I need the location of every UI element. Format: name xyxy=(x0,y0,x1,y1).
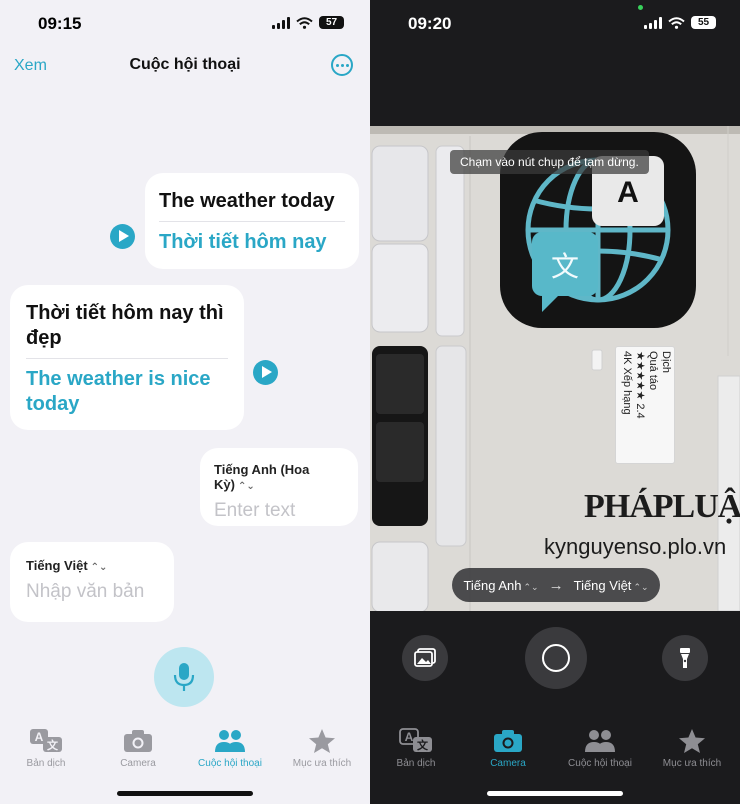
message-bubble[interactable]: Thời tiết hôm nay thì đẹp The weather is… xyxy=(10,285,244,430)
battery-icon: 55 xyxy=(691,16,716,29)
divider xyxy=(26,358,228,359)
people-icon xyxy=(215,730,245,752)
svg-text:A: A xyxy=(405,730,414,744)
star-icon xyxy=(309,729,335,753)
svg-text:文: 文 xyxy=(47,738,59,752)
cellular-signal-icon xyxy=(644,16,662,29)
home-indicator xyxy=(487,791,623,796)
message-source-text: The weather today xyxy=(159,190,335,212)
camera-viewfinder[interactable]: A 文 Dịch Quả táo ★★★★★ 2.4 4K Xếp hạng C… xyxy=(370,126,740,611)
message-translation-text: Thời tiết hôm nay xyxy=(159,231,327,253)
flashlight-icon xyxy=(680,648,690,668)
cellular-signal-icon xyxy=(272,16,290,29)
language-switcher[interactable]: Tiếng Anh ⌃⌄ → Tiếng Việt ⌃⌄ xyxy=(452,568,660,602)
star-icon xyxy=(679,729,705,753)
tab-camera[interactable]: Camera xyxy=(462,728,554,769)
watermark-logo: PHÁPLUẬT xyxy=(584,488,740,525)
message-translation-text: The weather is nice today xyxy=(26,368,211,415)
target-language-selector[interactable]: Tiếng Việt ⌃⌄ xyxy=(574,578,649,593)
battery-icon: 57 xyxy=(319,16,344,29)
language-selector[interactable]: Tiếng Việt ⌃⌄ xyxy=(26,558,158,573)
tab-translate[interactable]: A 文 Bản dịch xyxy=(370,728,462,769)
microphone-icon xyxy=(173,663,195,691)
english-input-bubble[interactable]: Tiếng Anh (Hoa Kỳ) ⌃⌄ Enter text xyxy=(200,448,358,526)
svg-text:文: 文 xyxy=(551,250,579,283)
play-translation-button[interactable] xyxy=(110,224,135,249)
screenshot-comparison: 09:15 57 Xem Cuộc hội thoại The weather … xyxy=(0,0,740,804)
wifi-icon xyxy=(668,16,685,29)
tab-bar: A 文 Bản dịch Camera Cuộc hội thoại Mục ư… xyxy=(370,722,740,804)
vietnamese-input-bubble[interactable]: Tiếng Việt ⌃⌄ Nhập văn bản xyxy=(10,542,174,622)
translate-icon: A 文 xyxy=(399,728,432,752)
status-bar: 09:20 55 xyxy=(370,0,740,48)
photo-library-icon xyxy=(414,648,436,667)
vietnamese-text-field[interactable]: Nhập văn bản xyxy=(26,581,158,603)
capture-hint-tooltip: Chạm vào nút chụp để tạm dừng. xyxy=(450,150,649,174)
home-indicator xyxy=(117,791,253,796)
conversation-screen: 09:15 57 Xem Cuộc hội thoại The weather … xyxy=(0,0,370,804)
chevron-updown-icon: ⌃⌄ xyxy=(90,562,108,573)
people-icon xyxy=(585,730,615,752)
source-language-selector[interactable]: Tiếng Anh ⌃⌄ xyxy=(463,578,538,593)
status-bar: 09:15 57 xyxy=(0,0,370,48)
divider xyxy=(159,221,345,222)
svg-text:文: 文 xyxy=(417,738,429,752)
camera-controls xyxy=(370,611,740,706)
tab-favorites[interactable]: Mục ưa thích xyxy=(276,728,368,769)
chevron-updown-icon: ⌃⌄ xyxy=(237,481,255,492)
translate-icon: A 文 xyxy=(30,729,62,752)
photo-library-button[interactable] xyxy=(402,635,448,681)
svg-text:A: A xyxy=(617,176,639,209)
tab-bar: A 文 Bản dịch Camera Cuộc hội thoại Mục ư… xyxy=(0,722,370,804)
wifi-icon xyxy=(296,16,313,29)
svg-text:A: A xyxy=(35,730,44,744)
watermark-site: kynguyenso.plo.vn xyxy=(544,534,727,559)
tab-conversation[interactable]: Cuộc hội thoại xyxy=(554,728,646,769)
detected-text-card: Dịch Quả táo ★★★★★ 2.4 4K Xếp hạng xyxy=(615,346,675,464)
tab-conversation[interactable]: Cuộc hội thoại xyxy=(184,728,276,769)
camera-icon xyxy=(124,730,152,752)
flashlight-button[interactable] xyxy=(662,635,708,681)
english-text-field[interactable]: Enter text xyxy=(214,500,344,522)
tab-favorites[interactable]: Mục ưa thích xyxy=(646,728,738,769)
page-title: Cuộc hội thoại xyxy=(129,56,241,73)
microphone-button[interactable] xyxy=(154,647,214,707)
navigation-bar: Xem Cuộc hội thoại xyxy=(0,48,370,84)
language-selector[interactable]: Tiếng Anh (Hoa Kỳ) ⌃⌄ xyxy=(214,462,344,492)
play-translation-button[interactable] xyxy=(253,360,278,385)
chevron-updown-icon: ⌃⌄ xyxy=(633,581,649,592)
camera-screen: 09:20 55 A 文 Dịch Quả táo ★★★★★ 2.4 4K X… xyxy=(370,0,740,804)
tab-camera[interactable]: Camera xyxy=(92,728,184,769)
status-time: 09:15 xyxy=(38,14,82,33)
status-time: 09:20 xyxy=(408,14,452,33)
shutter-circle-icon xyxy=(542,644,570,672)
camera-icon xyxy=(494,730,522,752)
shutter-button[interactable] xyxy=(525,627,587,689)
more-options-icon[interactable] xyxy=(331,54,353,76)
tab-translate[interactable]: A 文 Bản dịch xyxy=(0,728,92,769)
message-source-text: Thời tiết hôm nay thì đẹp xyxy=(26,302,224,349)
arrow-right-icon: → xyxy=(548,576,564,594)
chevron-updown-icon: ⌃⌄ xyxy=(523,581,539,592)
message-bubble[interactable]: The weather today Thời tiết hôm nay xyxy=(145,173,359,269)
